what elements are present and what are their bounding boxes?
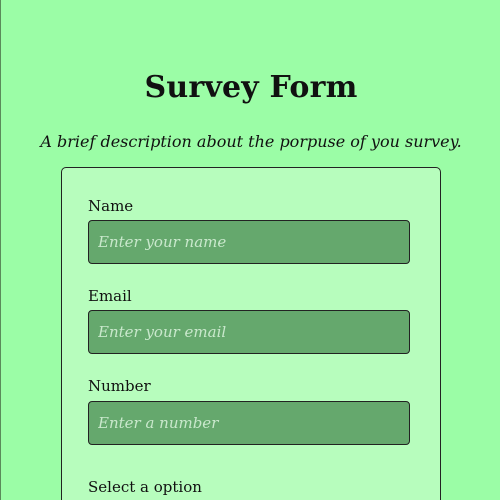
page-description: A brief description about the porpuse of…: [40, 132, 462, 151]
survey-form: Name Email Number Select a option: [61, 167, 441, 500]
select-option-label: Select a option: [88, 478, 202, 496]
name-label: Name: [88, 197, 134, 215]
page-title: Survey Form: [144, 70, 358, 105]
number-input[interactable]: [88, 401, 410, 445]
email-input[interactable]: [88, 310, 410, 354]
number-label: Number: [88, 377, 151, 395]
name-input[interactable]: [88, 220, 410, 264]
email-label: Email: [88, 287, 132, 305]
